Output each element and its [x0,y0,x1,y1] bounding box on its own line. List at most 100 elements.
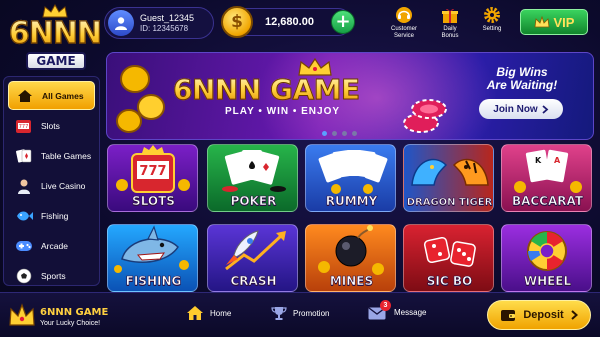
shark-icon [114,225,189,273]
game-card-slots[interactable]: 777 SLOTS [107,144,198,212]
gift-icon [442,8,458,23]
user-icon [115,17,127,30]
big-wins-line-2: Are Waiting! [486,78,558,92]
sidebar-item-label: All Games [42,90,84,101]
daily-bonus-button[interactable]: Daily Bonus [429,6,471,40]
username: Guest_12345 [140,12,195,23]
logo-sub-text: GAME [26,52,86,70]
deposit-button[interactable]: Deposit [487,300,591,330]
sidebar-item-label: Slots [41,120,60,131]
pagination-dot[interactable] [332,131,337,136]
game-card-dragon-tiger[interactable]: DRAGON TIGER [403,144,494,212]
game-card-label: MINES [329,274,374,289]
game-card-fishing[interactable]: FISHING [107,224,198,292]
wallet-icon [501,310,516,321]
pagination-dot[interactable] [322,131,327,136]
mail-icon: 3 [368,300,391,320]
vip-button[interactable]: VIP [520,9,588,35]
crown-icon [9,303,35,326]
baccarat-cards-icon: K A [514,149,582,193]
customer-service-button[interactable]: Customer Service [383,6,425,40]
headset-icon [396,7,412,23]
sidebar-item-label: Sports [41,270,66,281]
user-id: ID: 12345678 [140,23,189,33]
svg-text:777: 777 [139,164,166,179]
nav-promotion-label: Promotion [293,308,330,318]
sidebar-item-label: Fishing [41,210,69,221]
footer-brand-name: 6NNN GAME [40,307,109,318]
gamepad-icon [14,237,34,255]
game-card-crash[interactable]: CRASH [207,224,298,292]
fish-icon [14,207,34,225]
coin-icon: $ [221,6,253,38]
sidebar-item-live-casino[interactable]: Live Casino [8,171,95,200]
user-profile[interactable]: Guest_12345 ID: 12345678 [104,7,214,39]
join-now-button[interactable]: Join Now [479,99,563,119]
deposit-label: Deposit [523,309,564,321]
game-card-wheel[interactable]: WHEEL [501,224,592,292]
nav-message-label: Message [394,308,427,317]
game-card-label: SLOTS [132,194,175,209]
game-card-label: CRASH [230,274,277,289]
sidebar-item-table-games[interactable]: Table Games [8,141,95,170]
category-sidebar: All Games 777 Slots Table Games Live Cas… [3,76,100,286]
svg-text:777: 777 [19,124,29,130]
nav-promotion[interactable]: Promotion [271,305,329,321]
sidebar-item-all-games[interactable]: All Games [8,81,95,110]
nav-home[interactable]: Home [186,305,231,321]
rummy-cards-icon [318,150,388,194]
game-card-label: WHEEL [523,274,572,289]
soccer-ball-icon [14,267,34,285]
dragon-tiger-icon [411,158,489,186]
rocket-icon [225,230,286,271]
sidebar-item-label: Live Casino [41,180,86,191]
customer-service-label: Customer Service [390,26,417,39]
game-card-sic-bo[interactable]: SIC BO [403,224,494,292]
sidebar-item-slots[interactable]: 777 Slots [8,111,95,140]
add-funds-button[interactable]: + [331,10,355,34]
avatar[interactable] [108,10,134,36]
poker-chips-icon [403,99,447,133]
footer-slogan: Your Lucky Choice! [40,320,101,327]
game-card-mines[interactable]: MINES [305,224,396,292]
dice-icon [423,236,476,267]
game-card-label: SIC BO [426,274,473,289]
big-wins-text: Big Wins Are Waiting! [467,66,577,92]
svg-text:A: A [554,156,561,165]
game-card-label: BACCARAT [511,194,584,209]
chevron-right-icon [571,310,578,320]
bomb-icon [318,225,384,275]
sidebar-item-sports[interactable]: Sports [8,261,95,290]
settings-button[interactable]: Setting [471,6,513,33]
crown-icon [534,16,549,28]
sidebar-item-label: Arcade [41,240,68,251]
sidebar-item-arcade[interactable]: Arcade [8,231,95,260]
pagination-dot[interactable] [342,131,347,136]
svg-text:K: K [535,156,542,165]
nav-message[interactable]: 3 Message [368,300,427,320]
game-card-baccarat[interactable]: K A BACCARAT [501,144,592,212]
daily-bonus-label: Daily Bonus [441,26,459,39]
dealer-icon [14,177,34,195]
game-card-rummy[interactable]: RUMMY [305,144,396,212]
sidebar-item-fishing[interactable]: Fishing [8,201,95,230]
fortune-wheel-icon [527,231,567,271]
pagination-dot[interactable] [352,131,357,136]
banner-tagline: PLAY • WIN • ENJOY [225,106,341,117]
nav-home-label: Home [210,308,232,318]
slot-machine-icon: 777 [14,117,34,135]
join-now-label: Join Now [493,103,538,115]
game-card-label: DRAGON TIGER [406,197,493,209]
game-card-poker[interactable]: POKER [207,144,298,212]
balance-display: $ 12,680.00 + [221,6,355,38]
promo-banner[interactable]: 6NNN GAME PLAY • WIN • ENJOY Big Wins Ar… [106,52,594,140]
banner-pagination [322,131,357,136]
logo-main-text: 6NNN [6,15,104,51]
game-card-label: POKER [230,194,277,209]
top-bar: 6NNN GAME Guest_12345 ID: 12345678 $ 12,… [0,0,600,70]
bottom-nav-bar: 6NNN GAME Your Lucky Choice! Home Promot… [0,292,600,337]
settings-label: Setting [482,26,502,32]
sidebar-item-label: Table Games [41,150,92,161]
balance-amount: 12,680.00 [265,16,314,28]
game-card-label: RUMMY [325,194,378,209]
